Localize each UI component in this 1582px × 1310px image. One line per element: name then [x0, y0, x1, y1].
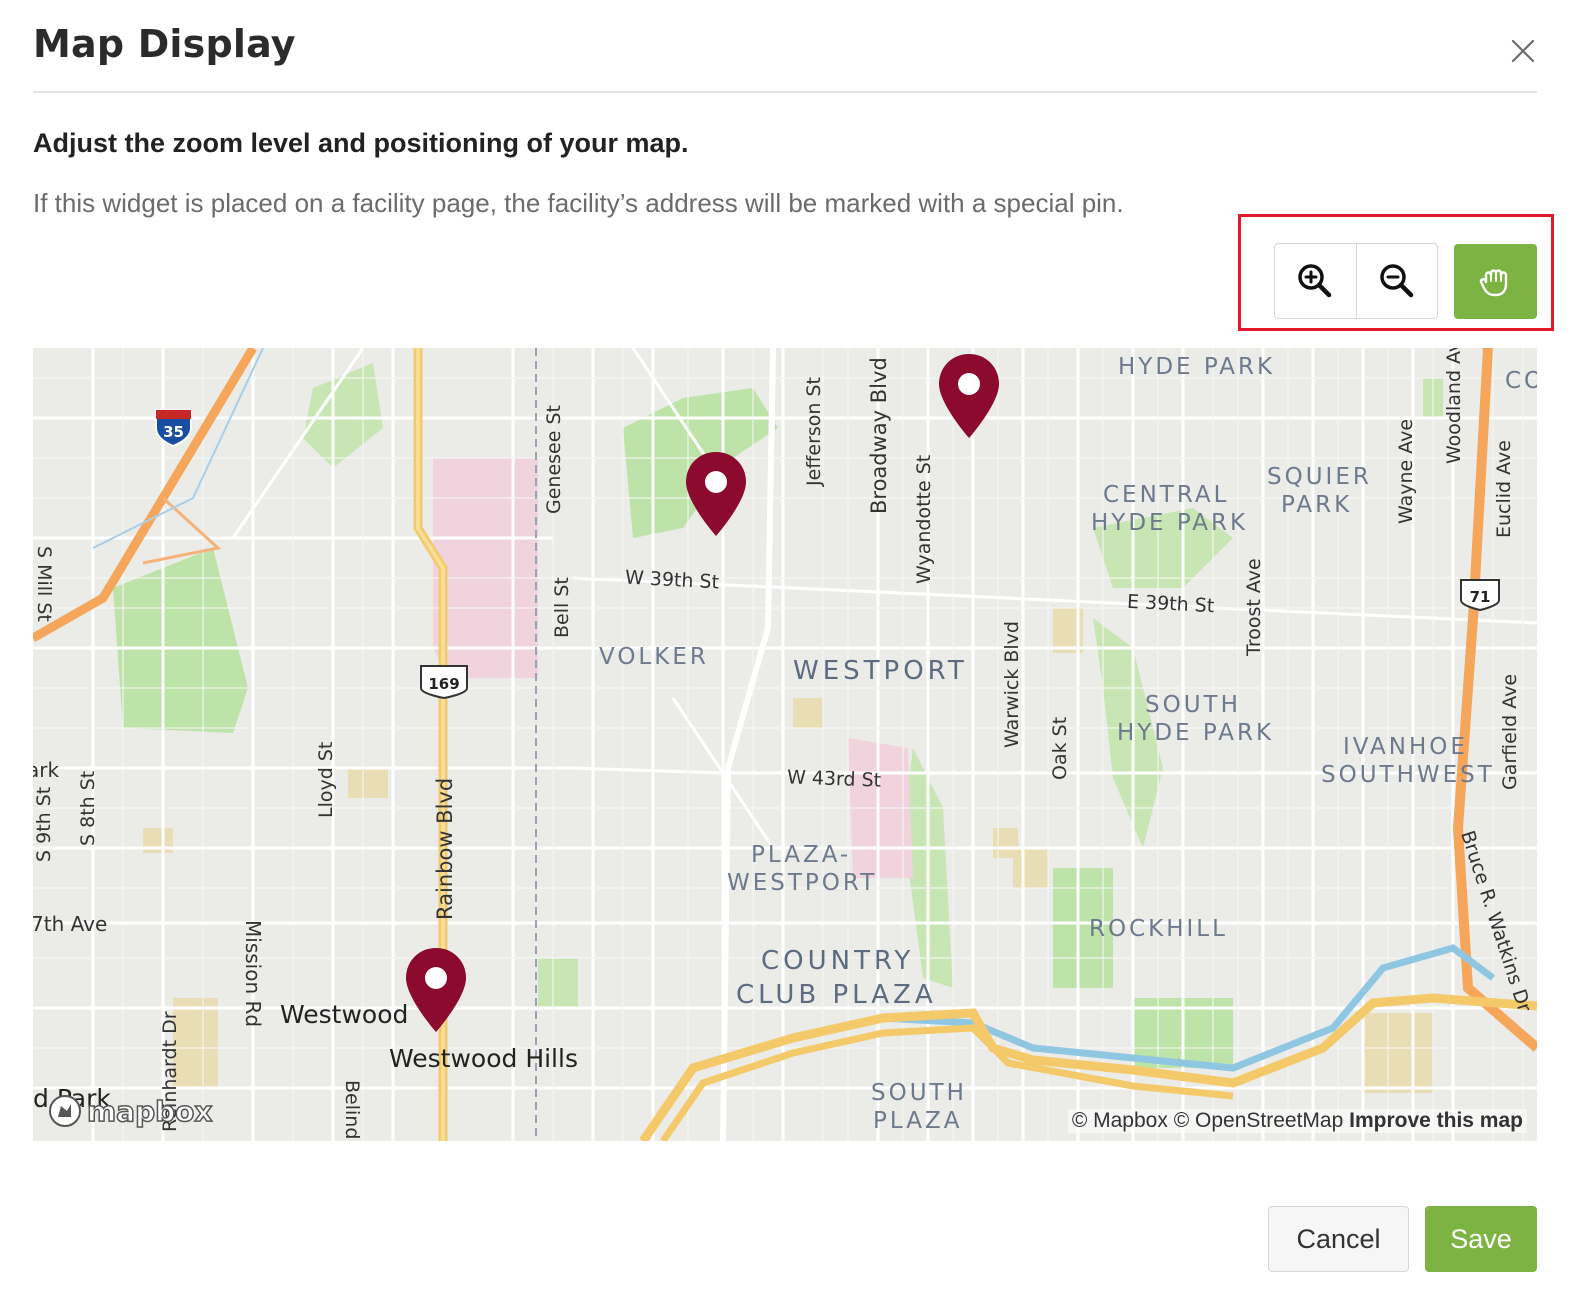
map-pin-icon[interactable] [937, 352, 1001, 440]
mapbox-logo[interactable]: mapbox [47, 1093, 213, 1129]
neighborhood-label: HYDE PARK [1118, 354, 1276, 380]
street-label: Euclid Ave [1493, 440, 1515, 538]
street-label: Jefferson St [803, 377, 825, 486]
map-canvas[interactable]: 35 169 71 HYDE PARK CENTRAL HYDE PARK SQ… [33, 348, 1537, 1141]
zoom-out-button[interactable] [1355, 244, 1438, 318]
street-label: Garfield Ave [1499, 673, 1521, 790]
street-label: Bell St [551, 577, 573, 638]
neighborhood-label: PLAZA [873, 1108, 963, 1134]
zoom-out-icon [1380, 264, 1413, 298]
street-label: Mission Rd [241, 920, 265, 1028]
save-button[interactable]: Save [1425, 1206, 1537, 1272]
svg-text:35: 35 [163, 423, 184, 441]
cancel-button[interactable]: Cancel [1268, 1206, 1409, 1272]
neighborhood-label: SOUTH [871, 1080, 967, 1106]
map-display-modal: Map Display Adjust the zoom level and po… [0, 0, 1582, 1310]
instruction-description: If this widget is placed on a facility p… [33, 188, 1124, 218]
neighborhood-label: COUNTRY [761, 946, 915, 976]
map-pin-icon[interactable] [684, 450, 748, 538]
neighborhood-label: SOUTHWEST [1321, 762, 1495, 788]
street-label: Oak St [1049, 716, 1071, 780]
neighborhood-label: HYDE PARK [1117, 720, 1275, 746]
street-label: Wayne Ave [1395, 418, 1417, 524]
street-label: Wyandotte St [913, 454, 935, 584]
street-label: S 9th St [33, 786, 55, 862]
neighborhood-label: SOUTH [1145, 692, 1241, 718]
street-label: Genesee St [543, 405, 565, 514]
modal-title: Map Display [33, 22, 296, 66]
neighborhood-label: IVANHOE [1343, 734, 1468, 760]
neighborhood-label: WESTPORT [727, 870, 878, 896]
street-label: Woodland Av [1443, 348, 1465, 464]
neighborhood-label: CLUB PLAZA [736, 980, 937, 1010]
mapbox-logo-text: mapbox [86, 1094, 213, 1129]
hand-icon [1479, 268, 1507, 296]
street-label: E 39th St [1126, 590, 1215, 618]
attribution-mapbox-link[interactable]: © Mapbox [1072, 1109, 1168, 1132]
zoom-in-icon [1298, 264, 1332, 298]
instruction-heading: Adjust the zoom level and positioning of… [33, 128, 689, 158]
svg-text:71: 71 [1470, 588, 1491, 606]
pan-button[interactable] [1454, 244, 1537, 319]
zoom-in-button[interactable] [1275, 244, 1356, 318]
street-label: Broadway Blvd [867, 357, 891, 514]
improve-map-link[interactable]: Improve this map [1349, 1109, 1523, 1132]
street-label: Lloyd St [315, 741, 337, 818]
street-label: 7th Ave [33, 912, 108, 936]
street-label: Troost Ave [1243, 558, 1265, 656]
neighborhood-label: ROCKHILL [1089, 916, 1228, 942]
street-label: S 8th St [77, 770, 99, 846]
neighborhood-label: CENTRAL [1103, 482, 1230, 508]
place-label: Westwood Hills [389, 1044, 578, 1073]
map-attribution: © Mapbox © OpenStreetMap Improve this ma… [1067, 1109, 1527, 1133]
street-label: Rainbow Blvd [433, 777, 457, 920]
svg-text:169: 169 [428, 675, 459, 693]
map-pin-icon[interactable] [404, 946, 468, 1034]
neighborhood-label: CO [1505, 368, 1537, 394]
neighborhood-label: PARK [1281, 492, 1353, 518]
neighborhood-label: PLAZA- [751, 842, 852, 868]
neighborhood-label: VOLKER [599, 644, 709, 670]
header-divider [33, 91, 1537, 93]
street-label: S Mill St [33, 546, 55, 622]
attribution-osm-link[interactable]: © OpenStreetMap [1174, 1109, 1344, 1132]
neighborhood-label: HYDE PARK [1091, 510, 1249, 536]
close-icon[interactable] [1506, 34, 1540, 68]
neighborhood-label: SQUIER [1267, 464, 1372, 490]
zoom-controls [1274, 243, 1438, 319]
street-label: W 43rd St [786, 766, 882, 792]
place-label: Westwood [280, 1000, 409, 1029]
street-label: ark [33, 758, 60, 782]
street-label: Belind [341, 1080, 363, 1140]
street-label: Warwick Blvd [1001, 621, 1023, 748]
mapbox-logo-icon [49, 1095, 81, 1127]
neighborhood-label: WESTPORT [793, 656, 968, 686]
